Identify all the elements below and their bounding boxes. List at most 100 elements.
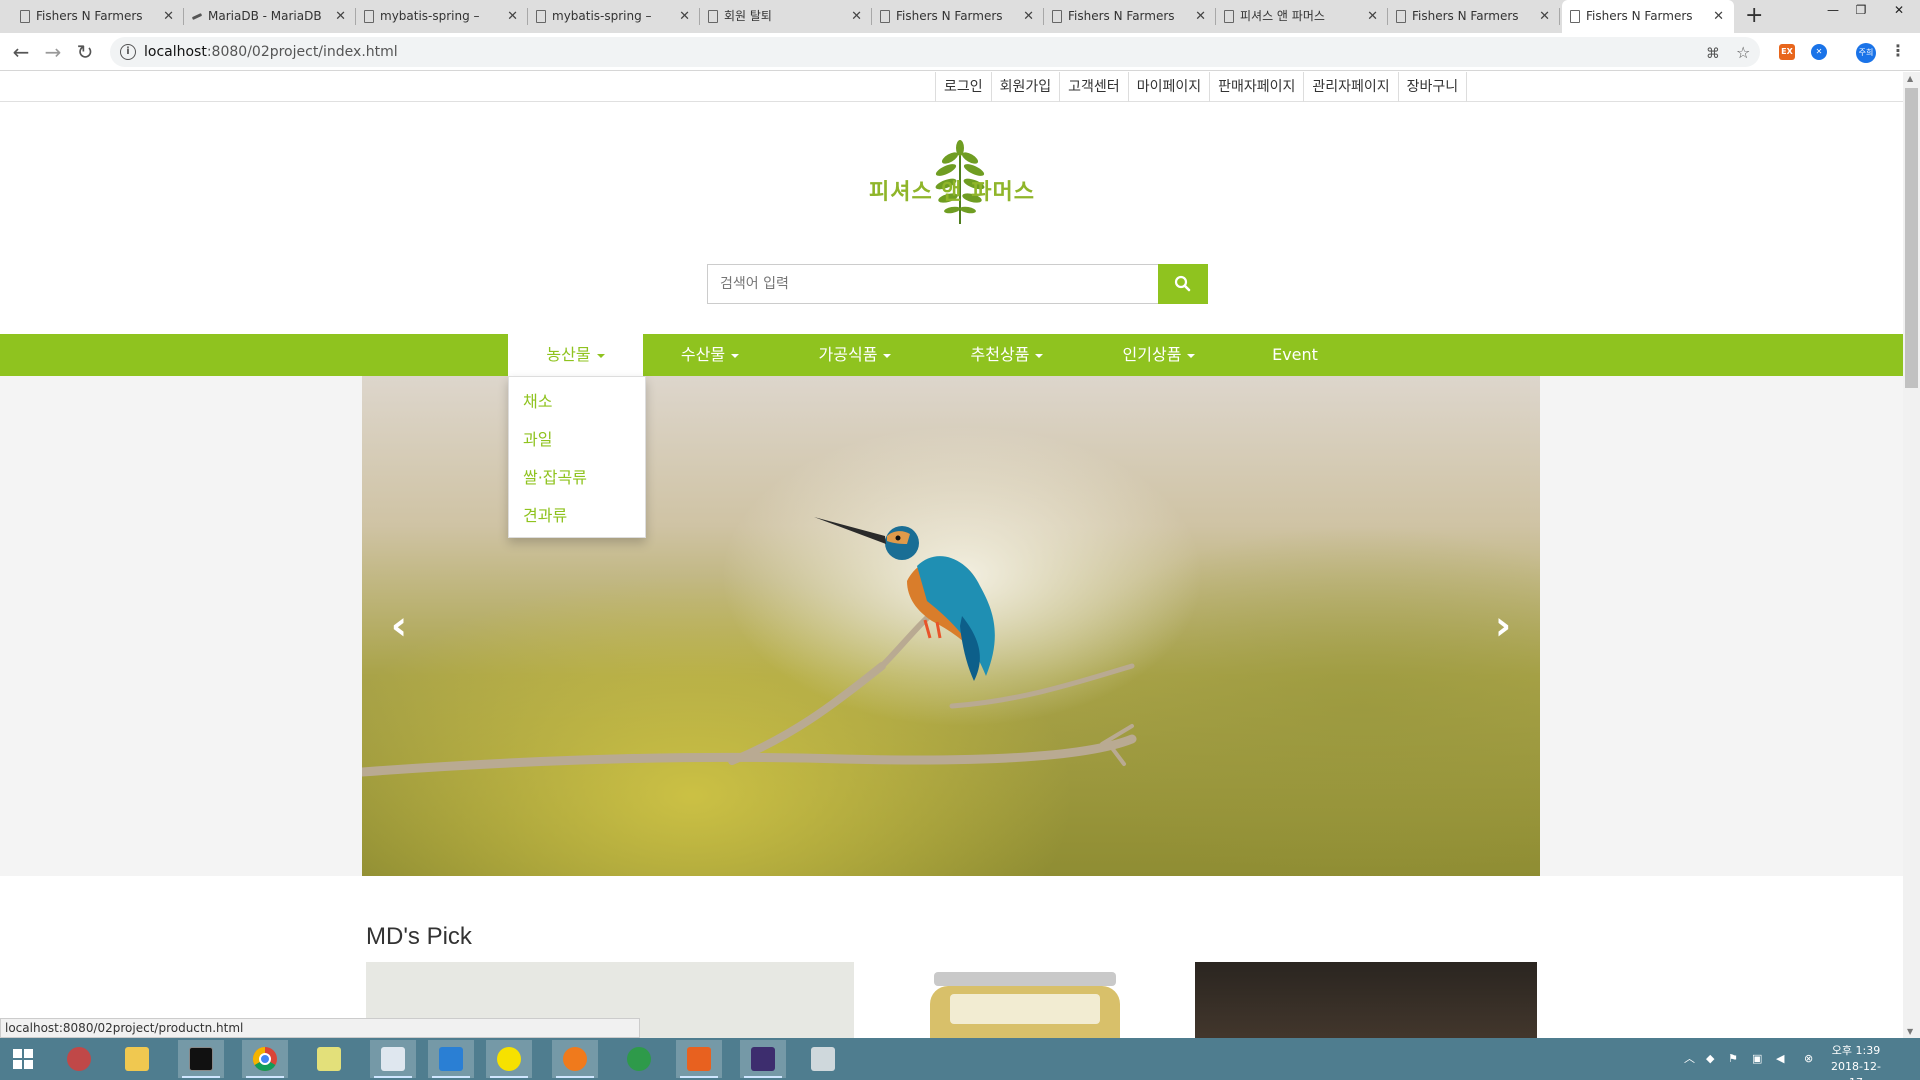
scroll-down-icon[interactable]: ▼ — [1907, 1027, 1913, 1036]
address-bar[interactable]: i localhost:8080/02project/index.html ⌘ … — [110, 37, 1760, 67]
nav-item-event[interactable]: Event — [1260, 334, 1330, 376]
search-button[interactable] — [1158, 264, 1208, 304]
url-text[interactable]: localhost:8080/02project/index.html — [144, 37, 398, 67]
page-icon — [364, 10, 374, 23]
cmd-button[interactable] — [178, 1040, 224, 1078]
vscode-icon — [439, 1047, 463, 1071]
sticky-notes-button[interactable] — [306, 1040, 352, 1078]
customer-center-link[interactable]: 고객센터 — [1060, 72, 1129, 102]
nav-item-recommended[interactable]: 추천상품 — [952, 334, 1062, 376]
nav-item-popular[interactable]: 인기상품 — [1104, 334, 1214, 376]
nav-item-agricultural[interactable]: 농산물 — [508, 334, 643, 376]
scrollbar-thumb[interactable] — [1905, 88, 1918, 388]
browser-tab[interactable]: mybatis-spring – ✕ — [528, 0, 700, 33]
start-button[interactable] — [0, 1040, 46, 1078]
close-icon[interactable]: ✕ — [335, 0, 346, 33]
minimize-button[interactable]: — — [1818, 0, 1848, 22]
volume-icon[interactable]: ◀ — [1776, 1038, 1784, 1080]
browser-tab[interactable]: MariaDB - MariaDB ✕ — [184, 0, 356, 33]
close-icon[interactable]: ✕ — [1367, 0, 1378, 33]
info-icon[interactable]: i — [120, 44, 136, 60]
scroll-up-icon[interactable]: ▲ — [1907, 74, 1913, 83]
forward-button[interactable]: → — [40, 39, 66, 65]
window-close-button[interactable]: ✕ — [1884, 0, 1914, 22]
carousel-prev-button[interactable]: ‹ — [384, 601, 414, 651]
admin-page-link[interactable]: 관리자페이지 — [1304, 72, 1399, 102]
powerpoint-button[interactable] — [676, 1040, 722, 1078]
ppt-icon — [687, 1047, 711, 1071]
extension-icon[interactable]: ✕ — [1811, 44, 1827, 60]
bookmark-star-icon[interactable]: ☆ — [1736, 43, 1750, 62]
dropdown-item-fruits[interactable]: 과일 — [509, 421, 645, 459]
nav-item-seafood[interactable]: 수산물 — [660, 334, 760, 376]
page-viewport: 로그인 회원가입 고객센터 마이페이지 판매자페이지 관리자페이지 장바구니 피… — [0, 72, 1903, 1038]
flag-icon[interactable]: ⚑ — [1728, 1038, 1738, 1080]
cart-link[interactable]: 장바구니 — [1399, 72, 1468, 102]
browser-tab[interactable]: 회원 탈퇴 ✕ — [700, 0, 872, 33]
close-icon[interactable]: ✕ — [1713, 0, 1724, 33]
browser-tab[interactable]: Fishers N Farmers ✕ — [872, 0, 1044, 33]
vscode-button[interactable] — [428, 1040, 474, 1078]
translate-icon[interactable]: ⌘ — [1706, 46, 1720, 62]
tray-expand-icon[interactable]: ︿ — [1684, 1038, 1695, 1080]
status-bar: localhost:8080/02project/productn.html — [0, 1018, 640, 1038]
dropdown-item-vegetables[interactable]: 채소 — [509, 383, 645, 421]
close-icon[interactable]: ✕ — [163, 0, 174, 33]
close-icon[interactable]: ✕ — [507, 0, 518, 33]
utility-bar: 로그인 회원가입 고객센터 마이페이지 판매자페이지 관리자페이지 장바구니 — [0, 72, 1903, 102]
tab-strip: Fishers N Farmers ✕ MariaDB - MariaDB ✕ my… — [0, 0, 1920, 33]
hs-button[interactable] — [616, 1040, 662, 1078]
browser-tab[interactable]: Fishers N Farmers ✕ — [12, 0, 184, 33]
login-link[interactable]: 로그인 — [936, 72, 992, 102]
browser-tab[interactable]: Fishers N Farmers ✕ — [1044, 0, 1216, 33]
browser-tab[interactable]: 피셔스 앤 파머스 ✕ — [1216, 0, 1388, 33]
chrome-icon — [252, 1047, 277, 1072]
close-icon[interactable]: ✕ — [1195, 0, 1206, 33]
taskbar-clock[interactable]: 오후 1:39 2018-12-17 — [1826, 1043, 1886, 1080]
signup-link[interactable]: 회원가입 — [992, 72, 1061, 102]
snipping-icon — [67, 1047, 91, 1071]
mypage-link[interactable]: 마이페이지 — [1129, 72, 1211, 102]
nav-item-processed-food[interactable]: 가공식품 — [800, 334, 910, 376]
dropdown-item-nuts[interactable]: 견과류 — [509, 497, 645, 535]
resource-monitor-button[interactable] — [800, 1040, 846, 1078]
close-icon[interactable]: ✕ — [851, 0, 862, 33]
product-image[interactable] — [930, 972, 1120, 1038]
avatar[interactable]: 주희 — [1856, 43, 1876, 63]
network-icon[interactable]: ▣ — [1752, 1038, 1762, 1080]
back-button[interactable]: ← — [8, 39, 34, 65]
page-icon — [1396, 10, 1406, 23]
browser-tab[interactable]: mybatis-spring – ✕ — [356, 0, 528, 33]
kebab-menu-icon[interactable]: ⋮ — [1890, 41, 1906, 60]
dropbox-icon[interactable]: ◆ — [1706, 1038, 1714, 1080]
close-icon[interactable]: ✕ — [1539, 0, 1550, 33]
close-icon[interactable]: ✕ — [679, 0, 690, 33]
browser-tab[interactable]: Fishers N Farmers ✕ — [1388, 0, 1560, 33]
hs-icon — [627, 1047, 651, 1071]
restore-button[interactable]: ❐ — [1846, 0, 1876, 22]
close-icon[interactable]: ✕ — [1023, 0, 1034, 33]
site-logo[interactable]: 피셔스 앤 파머스 — [844, 140, 1060, 224]
snipping-tool-button[interactable] — [56, 1040, 102, 1078]
page-scrollbar[interactable]: ▲ ▼ — [1903, 72, 1920, 1038]
monitor-icon — [811, 1047, 835, 1071]
chrome-button[interactable] — [242, 1040, 288, 1078]
logo-text: 피셔스 앤 파머스 — [869, 180, 1035, 205]
browser-tab-active[interactable]: Fishers N Farmers ✕ — [1562, 0, 1734, 33]
product-image[interactable] — [1195, 962, 1537, 1038]
kakaotalk-button[interactable] — [486, 1040, 532, 1078]
pdf-button[interactable] — [552, 1040, 598, 1078]
carousel-next-button[interactable]: › — [1488, 601, 1518, 651]
extension-icon[interactable]: EX — [1779, 44, 1795, 60]
ime-icon[interactable]: ⊗ — [1804, 1038, 1813, 1080]
eclipse-button[interactable] — [740, 1040, 786, 1078]
section-title: MD's Pick — [366, 923, 472, 950]
file-explorer-button[interactable] — [114, 1040, 160, 1078]
reload-button[interactable]: ↻ — [72, 39, 98, 65]
new-tab-button[interactable]: + — [1745, 3, 1763, 29]
seller-page-link[interactable]: 판매자페이지 — [1210, 72, 1305, 102]
search-input[interactable] — [707, 264, 1159, 304]
page-icon — [20, 10, 30, 23]
media-button[interactable] — [370, 1040, 416, 1078]
dropdown-item-grains[interactable]: 쌀·잡곡류 — [509, 459, 645, 497]
